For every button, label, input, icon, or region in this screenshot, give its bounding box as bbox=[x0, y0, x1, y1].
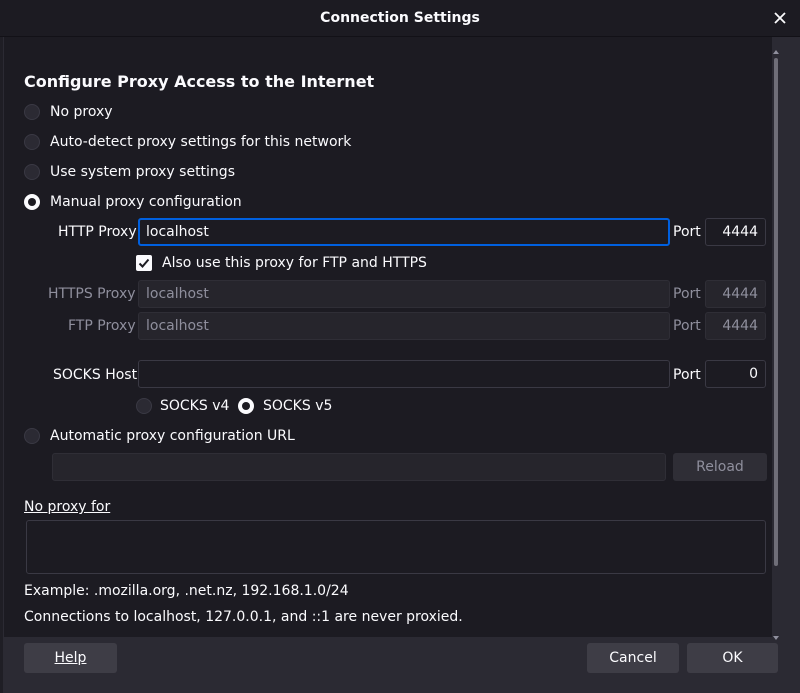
ftp-proxy-input[interactable]: localhost bbox=[138, 312, 670, 340]
no-proxy-for-label: No proxy for bbox=[24, 499, 111, 515]
http-proxy-label: HTTP Proxy bbox=[58, 224, 137, 240]
help-button-label: Help bbox=[54, 650, 87, 666]
window-edge bbox=[0, 37, 3, 693]
checkmark-icon bbox=[138, 258, 150, 268]
no-proxy-for-textarea[interactable] bbox=[26, 520, 766, 574]
close-icon bbox=[774, 12, 786, 24]
example-text: Example: .mozilla.org, .net.nz, 192.168.… bbox=[24, 583, 349, 599]
auto-detect-label[interactable]: Auto-detect proxy settings for this netw… bbox=[50, 133, 351, 151]
http-port-input[interactable]: 4444 bbox=[705, 218, 766, 246]
section-heading: Configure Proxy Access to the Internet bbox=[24, 72, 375, 91]
auto-detect-radio[interactable] bbox=[24, 134, 40, 150]
close-button[interactable] bbox=[768, 6, 792, 30]
http-port-label: Port bbox=[673, 224, 701, 240]
connection-settings-dialog: Connection Settings Configure Proxy Acce… bbox=[0, 0, 800, 693]
system-proxy-radio[interactable] bbox=[24, 164, 40, 180]
manual-proxy-label[interactable]: Manual proxy configuration bbox=[50, 193, 242, 211]
system-proxy-label[interactable]: Use system proxy settings bbox=[50, 163, 235, 181]
socks-host-label: SOCKS Host bbox=[53, 367, 138, 383]
manual-proxy-radio[interactable] bbox=[24, 194, 40, 210]
auto-config-radio[interactable] bbox=[24, 428, 40, 444]
socks-v5-radio[interactable] bbox=[238, 398, 254, 414]
help-button[interactable]: Help bbox=[24, 643, 117, 673]
title-bar: Connection Settings bbox=[0, 0, 800, 37]
auto-config-url-input[interactable] bbox=[52, 453, 666, 481]
socks-v4-label[interactable]: SOCKS v4 bbox=[160, 397, 229, 415]
https-port-label: Port bbox=[673, 286, 701, 302]
socks-port-label: Port bbox=[673, 367, 701, 383]
scroll-down-icon[interactable] bbox=[773, 636, 779, 640]
socks-host-input[interactable] bbox=[138, 360, 670, 388]
also-use-checkbox[interactable] bbox=[136, 255, 152, 271]
no-proxy-label[interactable]: No proxy bbox=[50, 103, 113, 121]
no-proxy-radio[interactable] bbox=[24, 104, 40, 120]
also-use-label[interactable]: Also use this proxy for FTP and HTTPS bbox=[162, 254, 427, 272]
scrollbar[interactable] bbox=[772, 48, 780, 640]
ftp-port-input[interactable]: 4444 bbox=[705, 312, 766, 340]
ftp-port-label: Port bbox=[673, 318, 701, 334]
ok-button[interactable]: OK bbox=[687, 643, 778, 673]
settings-panel: Configure Proxy Access to the Internet N… bbox=[4, 37, 772, 637]
https-proxy-input[interactable]: localhost bbox=[138, 280, 670, 308]
scroll-thumb[interactable] bbox=[774, 58, 778, 566]
socks-port-input[interactable]: 0 bbox=[705, 360, 766, 388]
socks-v4-radio[interactable] bbox=[136, 398, 152, 414]
http-proxy-input[interactable]: localhost bbox=[138, 218, 670, 246]
ftp-proxy-label: FTP Proxy bbox=[68, 318, 136, 334]
reload-button[interactable]: Reload bbox=[673, 453, 767, 481]
cancel-button[interactable]: Cancel bbox=[587, 643, 679, 673]
scroll-up-icon[interactable] bbox=[773, 50, 779, 54]
auto-config-label[interactable]: Automatic proxy configuration URL bbox=[50, 427, 295, 445]
dialog-title: Connection Settings bbox=[320, 10, 480, 26]
https-proxy-label: HTTPS Proxy bbox=[48, 286, 136, 302]
https-port-input[interactable]: 4444 bbox=[705, 280, 766, 308]
localhost-note: Connections to localhost, 127.0.0.1, and… bbox=[24, 609, 463, 625]
socks-v5-label[interactable]: SOCKS v5 bbox=[263, 397, 332, 415]
